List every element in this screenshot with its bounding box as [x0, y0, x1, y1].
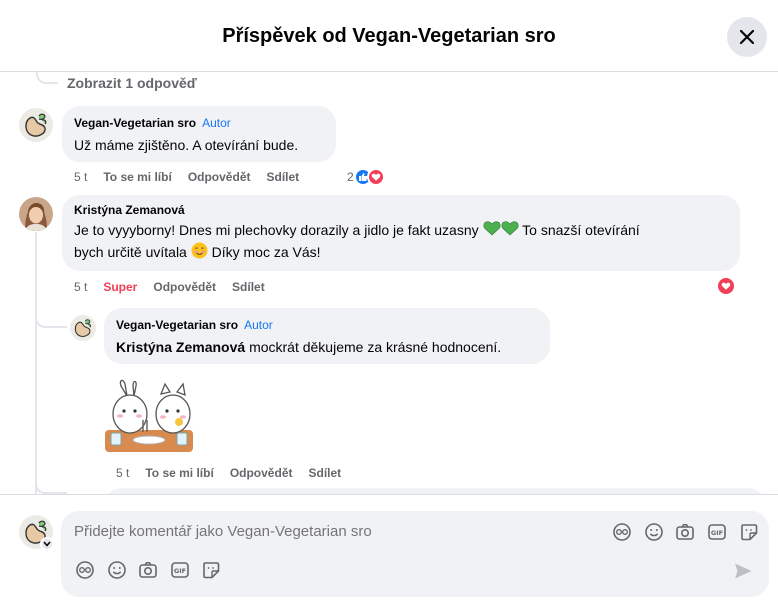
share-button[interactable]: Sdílet — [266, 170, 299, 184]
close-icon — [739, 29, 755, 45]
smiley-icon — [108, 561, 126, 579]
like-button[interactable]: To se mi líbí — [145, 466, 213, 480]
thread-connector — [36, 72, 58, 84]
share-button[interactable]: Sdílet — [232, 280, 265, 294]
comment-time[interactable]: 5 t — [74, 170, 87, 184]
comment-text-part: bych určitě uvítala — [74, 244, 187, 261]
sticker-button[interactable] — [200, 559, 222, 581]
reply-button[interactable]: Odpovědět — [153, 280, 216, 294]
green-heart-icon — [483, 220, 501, 242]
view-replies-link[interactable]: Zobrazit 1 odpověď — [67, 75, 197, 91]
thread-connector — [35, 480, 67, 494]
comment-time[interactable]: 5 t — [74, 280, 87, 294]
love-reaction-icon — [716, 276, 736, 296]
sticker-icon — [203, 562, 220, 579]
reaction-summary[interactable]: 2 — [347, 168, 385, 186]
send-button[interactable] — [731, 559, 755, 583]
love-reaction-icon — [366, 168, 385, 186]
comment-text-part: Díky moc za Vás! — [211, 244, 321, 261]
super-reaction-button[interactable]: Super — [103, 280, 137, 294]
like-button[interactable]: To se mi líbí — [103, 170, 171, 184]
close-button[interactable] — [727, 17, 767, 57]
emoji-button[interactable] — [643, 521, 665, 543]
comment-bubble: Kristýna Zemanová Je to vyyyborny! Dnes … — [62, 195, 740, 271]
author-badge: Autor — [202, 116, 231, 130]
user-photo — [19, 197, 53, 231]
reaction-summary[interactable] — [716, 276, 736, 296]
composer-box: GIF GIF — [61, 511, 769, 597]
comment-author[interactable]: Vegan-Vegetarian sro — [116, 318, 238, 332]
comment-actions: 5 t Super Odpovědět Sdílet — [74, 280, 265, 294]
photo-button[interactable] — [137, 559, 159, 581]
page-logo-icon — [19, 108, 53, 142]
gif-button[interactable]: GIF — [706, 521, 728, 543]
comment-text-part: mockrát děkujeme za krásné hodnocení. — [249, 339, 502, 355]
reply-button[interactable]: Odpovědět — [188, 170, 251, 184]
share-button[interactable]: Sdílet — [308, 466, 341, 480]
comment-author[interactable]: Vegan-Vegetarian sro — [74, 116, 196, 130]
avatar-sticker-button[interactable] — [611, 521, 633, 543]
comment-text-part: Je to vyyyborny! Dnes mi plechovky doraz… — [74, 222, 479, 238]
sticker-button[interactable] — [738, 521, 760, 543]
comment-actions: 5 t To se mi líbí Odpovědět Sdílet — [74, 170, 299, 184]
comment-input[interactable] — [74, 523, 594, 540]
mention-link[interactable]: Kristýna Zemanová — [116, 339, 245, 355]
gif-icon: GIF — [708, 524, 726, 540]
camera-icon — [676, 524, 694, 540]
avatar-sticker-button[interactable] — [74, 559, 96, 581]
comment-text: Už máme zjištěno. A otevírání bude. — [74, 137, 299, 153]
avatar-face-icon — [76, 561, 94, 579]
photo-button[interactable] — [674, 521, 696, 543]
comment-text: Kristýna Zemanová mockrát děkujeme za kr… — [116, 337, 538, 358]
switch-identity-button[interactable] — [40, 537, 54, 551]
comment-text-part: To snazší otevírání — [522, 222, 640, 238]
gif-icon: GIF — [171, 562, 189, 578]
thread-connector — [35, 312, 67, 328]
comments-feed[interactable]: Zobrazit 1 odpověď Vegan-Vegetarian sro A… — [0, 72, 778, 494]
comment-text: Je to vyyyborny! Dnes mi plechovky doraz… — [74, 220, 728, 265]
dialog-header: Příspěvek od Vegan-Vegetarian sro — [0, 0, 778, 72]
send-icon — [735, 563, 752, 579]
comment-bubble: Vegan-Vegetarian sro Autor Kristýna Zeman… — [104, 308, 550, 364]
green-heart-icon — [501, 220, 519, 242]
svg-text:GIF: GIF — [711, 529, 723, 537]
chevron-down-icon — [43, 541, 51, 547]
svg-text:GIF: GIF — [174, 567, 186, 575]
author-badge: Autor — [244, 318, 273, 332]
sticker-icon — [741, 524, 758, 541]
emoji-button[interactable] — [106, 559, 128, 581]
comment-composer: GIF GIF — [0, 494, 778, 600]
bunny-sticker — [103, 378, 195, 456]
smiley-icon — [645, 523, 663, 541]
reaction-count: 2 — [347, 170, 354, 184]
page-logo-icon — [70, 315, 96, 341]
comment-time[interactable]: 5 t — [116, 466, 129, 480]
comment-author[interactable]: Kristýna Zemanová — [74, 203, 728, 217]
comment-actions: 5 t To se mi líbí Odpovědět Sdílet — [116, 466, 341, 480]
sticker-image — [105, 379, 193, 452]
avatar[interactable] — [70, 315, 96, 341]
gif-button[interactable]: GIF — [169, 559, 191, 581]
avatar[interactable] — [19, 108, 53, 142]
avatar[interactable] — [19, 197, 53, 231]
comment-bubble: Vegan-Vegetarian sro Autor Už máme zjiště… — [62, 106, 336, 162]
avatar-face-icon — [613, 523, 631, 541]
dialog-title: Příspěvek od Vegan-Vegetarian sro — [222, 25, 556, 47]
reply-button[interactable]: Odpovědět — [230, 466, 293, 480]
thread-line — [35, 232, 37, 494]
smiling-face-icon — [191, 242, 208, 265]
camera-icon — [139, 562, 157, 578]
